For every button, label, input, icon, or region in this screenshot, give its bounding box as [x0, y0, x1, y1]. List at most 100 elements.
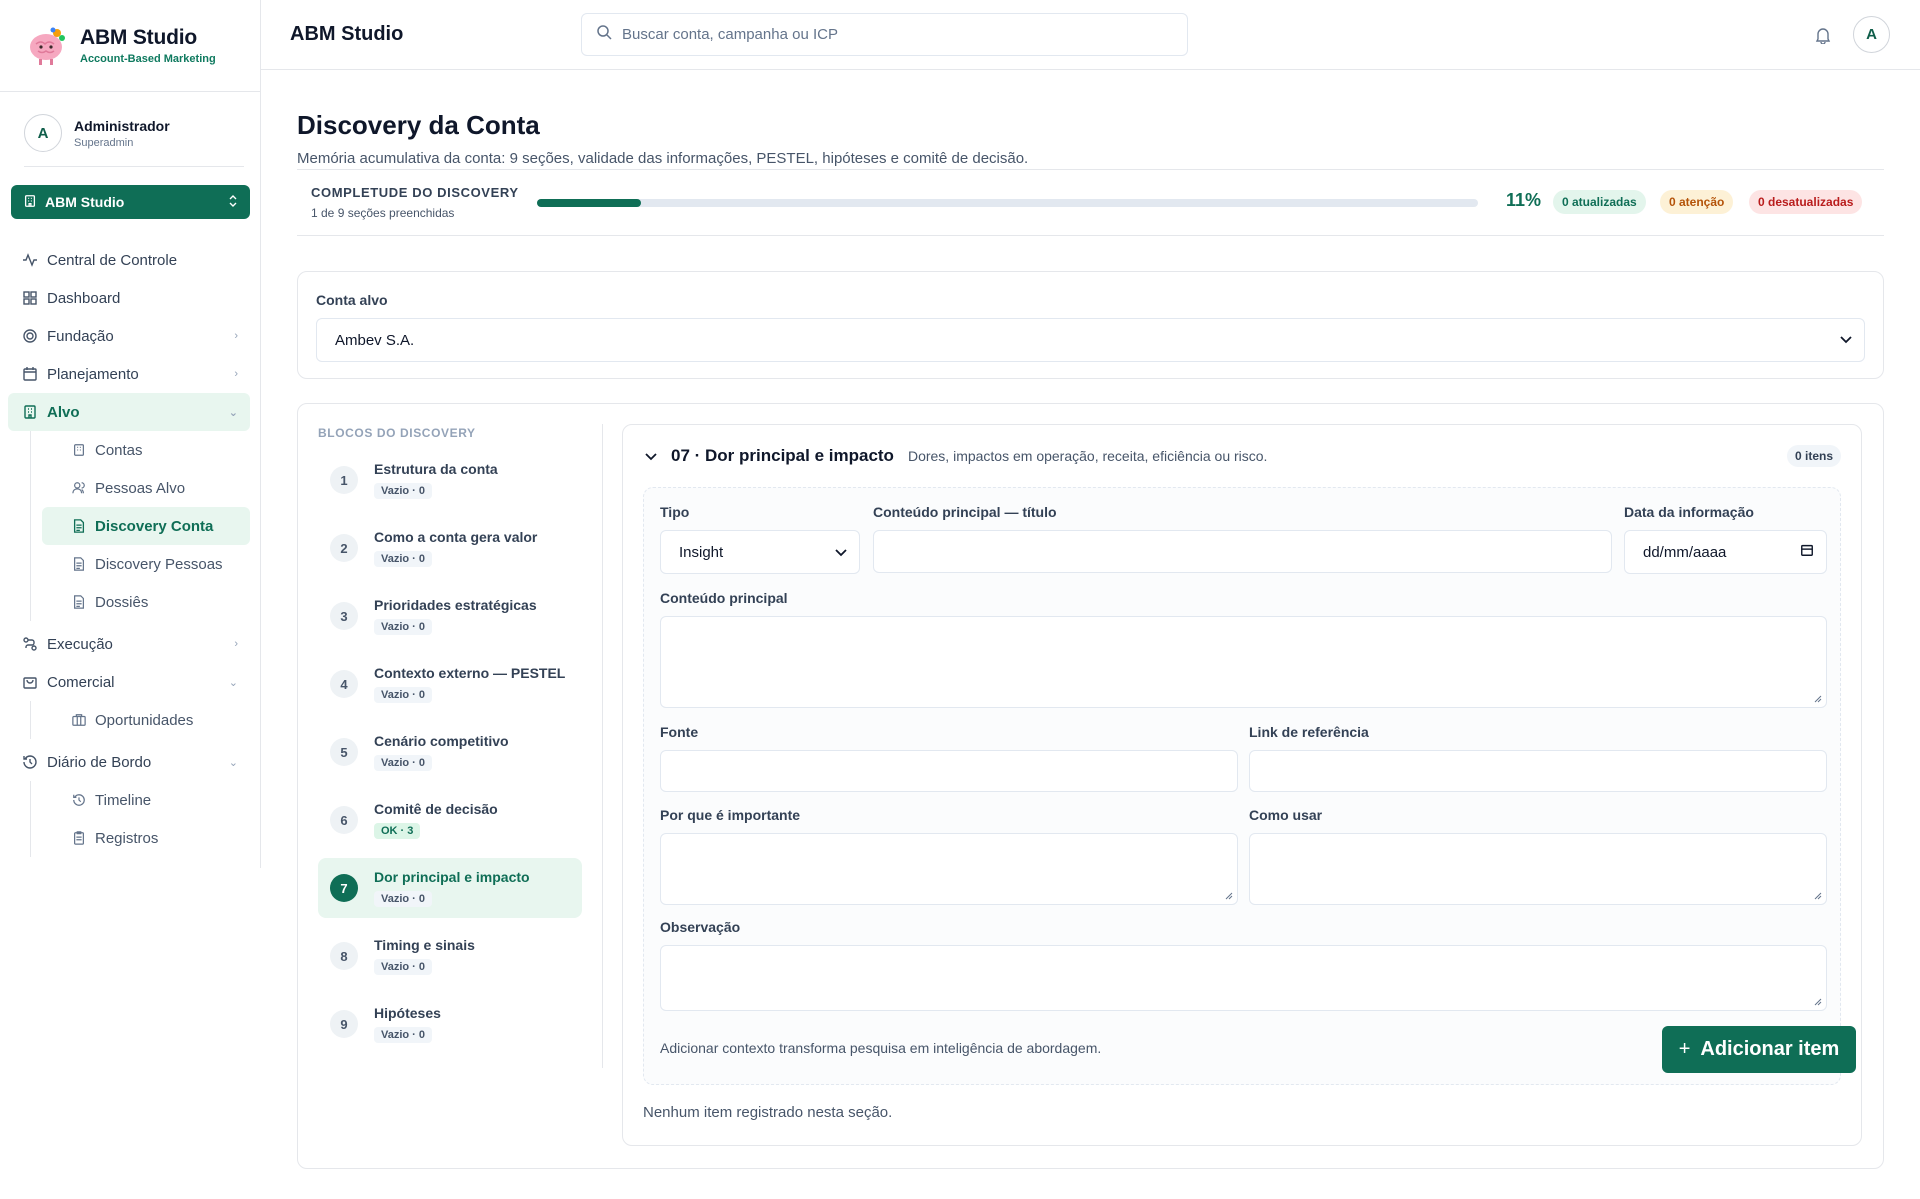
sidebar-item-dossies[interactable]: Dossiês: [0, 583, 260, 621]
building-icon: [72, 443, 86, 457]
block-number: 6: [330, 806, 358, 834]
block-item[interactable]: 4 Contexto externo — PESTEL Vazio · 0: [318, 654, 582, 714]
conteudo-text[interactable]: [661, 617, 1826, 707]
resize-grip-icon[interactable]: [1225, 892, 1233, 900]
block-item[interactable]: 9 Hipóteses Vazio · 0: [318, 994, 582, 1054]
sidebar-item-timeline[interactable]: Timeline: [0, 781, 260, 819]
conteudo-textarea[interactable]: [660, 616, 1827, 708]
chevron-down-icon: [835, 544, 847, 561]
status-badge-updated: 0 atualizadas: [1553, 190, 1646, 214]
main: ABM Studio A Discovery da Conta Memória …: [261, 0, 1920, 1199]
block-item[interactable]: 6 Comitê de decisão OK · 3: [318, 790, 582, 850]
user-card[interactable]: A Administrador Superadmin: [24, 114, 244, 167]
sidebar-item-discovery-pessoas[interactable]: Discovery Pessoas: [0, 545, 260, 583]
titulo-text-input[interactable]: [874, 531, 1611, 572]
block-number: 1: [330, 466, 358, 494]
block-item[interactable]: 3 Prioridades estratégicas Vazio · 0: [318, 586, 582, 646]
conteudo-label: Conteúdo principal: [660, 590, 788, 606]
workspace-label: ABM Studio: [45, 194, 125, 210]
add-item-form: Tipo Insight Conteúdo principal — título…: [643, 487, 1856, 1085]
como-text[interactable]: [1250, 834, 1826, 904]
clipboard-icon: [72, 831, 86, 845]
sidebar-item-diario[interactable]: Diário de Bordo ⌄: [0, 743, 260, 781]
titulo-input[interactable]: [873, 530, 1612, 573]
sidebar-item-central[interactable]: Central de Controle: [0, 241, 260, 279]
block-item[interactable]: 5 Cenário competitivo Vazio · 0: [318, 722, 582, 782]
sidebar-item-registros[interactable]: Registros: [0, 819, 260, 857]
resize-grip-icon[interactable]: [1814, 892, 1822, 900]
blocks-header: BLOCOS DO DISCOVERY: [318, 426, 476, 440]
block-item[interactable]: 1 Estrutura da conta Vazio · 0: [318, 450, 582, 510]
block-item-active[interactable]: 7 Dor principal e impacto Vazio · 0: [318, 858, 582, 918]
page-title: Discovery da Conta: [297, 110, 540, 140]
avatar[interactable]: A: [1853, 16, 1890, 53]
sidebar-item-fundacao[interactable]: Fundação ›: [0, 317, 260, 355]
sidebar-item-label: Contas: [95, 441, 143, 459]
block-name: Como a conta gera valor: [374, 529, 538, 545]
fonte-input[interactable]: [660, 750, 1238, 792]
calendar-icon[interactable]: [1800, 543, 1814, 561]
calendar-icon: [22, 366, 38, 382]
sidebar-item-label: Dashboard: [47, 289, 121, 307]
workspace-switcher[interactable]: ABM Studio: [11, 185, 250, 219]
sidebar-item-pessoas-alvo[interactable]: Pessoas Alvo: [0, 469, 260, 507]
status-badge-outdated: 0 desatualizadas: [1749, 190, 1863, 214]
block-number: 2: [330, 534, 358, 562]
conta-alvo-card: Conta alvo Ambev S.A.: [297, 271, 1884, 379]
sidebar: ABM Studio Account-Based Marketing A Adm…: [0, 0, 261, 868]
sidebar-item-execucao[interactable]: Execução ›: [0, 625, 260, 663]
como-textarea[interactable]: [1249, 833, 1827, 905]
avatar: A: [24, 114, 62, 152]
sidebar-item-label: Registros: [95, 829, 159, 847]
block-status: Vazio · 0: [374, 619, 433, 635]
sidebar-item-label: Discovery Conta: [95, 517, 214, 535]
submenu-alvo: Contas Pessoas Alvo Discovery Conta Disc…: [0, 431, 260, 621]
fonte-text-input[interactable]: [661, 751, 1237, 791]
shopping-bag-icon: [22, 674, 38, 690]
resize-grip-icon[interactable]: [1814, 998, 1822, 1006]
tipo-select[interactable]: Insight: [660, 530, 860, 574]
form-hint: Adicionar contexto transforma pesquisa e…: [660, 1040, 1102, 1056]
sidebar-item-label: Dossiês: [95, 593, 149, 611]
sidebar-item-contas[interactable]: Contas: [0, 431, 260, 469]
user-role: Superadmin: [74, 136, 134, 149]
data-input[interactable]: dd/mm/aaaa: [1624, 530, 1827, 574]
sidebar-item-label: Pessoas Alvo: [95, 479, 186, 497]
sidebar-item-oportunidades[interactable]: Oportunidades: [0, 701, 260, 739]
conta-alvo-select[interactable]: Ambev S.A.: [316, 318, 1865, 362]
block-item[interactable]: 2 Como a conta gera valor Vazio · 0: [318, 518, 582, 578]
users-icon: [72, 481, 86, 495]
target-icon: [22, 328, 38, 344]
resize-grip-icon[interactable]: [1814, 695, 1822, 703]
brand-name: ABM Studio: [80, 26, 197, 49]
add-item-button[interactable]: + Adicionar item: [1662, 1026, 1856, 1073]
sidebar-item-alvo[interactable]: Alvo ⌄: [8, 393, 250, 431]
porque-textarea[interactable]: [660, 833, 1238, 905]
chevron-down-icon[interactable]: [645, 449, 657, 464]
porque-text[interactable]: [661, 834, 1237, 904]
section-header[interactable]: 07 · Dor principal e impacto Dores, impa…: [623, 425, 1861, 487]
chevron-right-icon: ›: [234, 368, 238, 380]
chevron-down-icon: ⌄: [228, 676, 238, 689]
search-input[interactable]: [622, 26, 1162, 43]
link-input[interactable]: [1249, 750, 1827, 792]
block-number: 4: [330, 670, 358, 698]
sidebar-item-discovery-conta[interactable]: Discovery Conta: [42, 507, 250, 545]
building-icon: [23, 194, 37, 211]
sidebar-nav: Central de Controle Dashboard Fundação ›…: [0, 241, 260, 857]
sidebar-item-comercial[interactable]: Comercial ⌄: [0, 663, 260, 701]
obs-text[interactable]: [661, 946, 1826, 1010]
history-icon: [72, 793, 86, 807]
sidebar-item-dashboard[interactable]: Dashboard: [0, 279, 260, 317]
sidebar-item-label: Planejamento: [47, 365, 139, 383]
brand[interactable]: ABM Studio Account-Based Marketing: [0, 0, 260, 92]
block-item[interactable]: 8 Timing e sinais Vazio · 0: [318, 926, 582, 986]
porque-label: Por que é importante: [660, 807, 801, 823]
bell-icon[interactable]: [1811, 23, 1835, 47]
obs-textarea[interactable]: [660, 945, 1827, 1011]
link-text-input[interactable]: [1250, 751, 1826, 791]
sidebar-item-planejamento[interactable]: Planejamento ›: [0, 355, 260, 393]
chevrons-updown-icon: [228, 194, 238, 210]
data-placeholder: dd/mm/aaaa: [1643, 543, 1727, 561]
search-box[interactable]: [581, 13, 1188, 56]
